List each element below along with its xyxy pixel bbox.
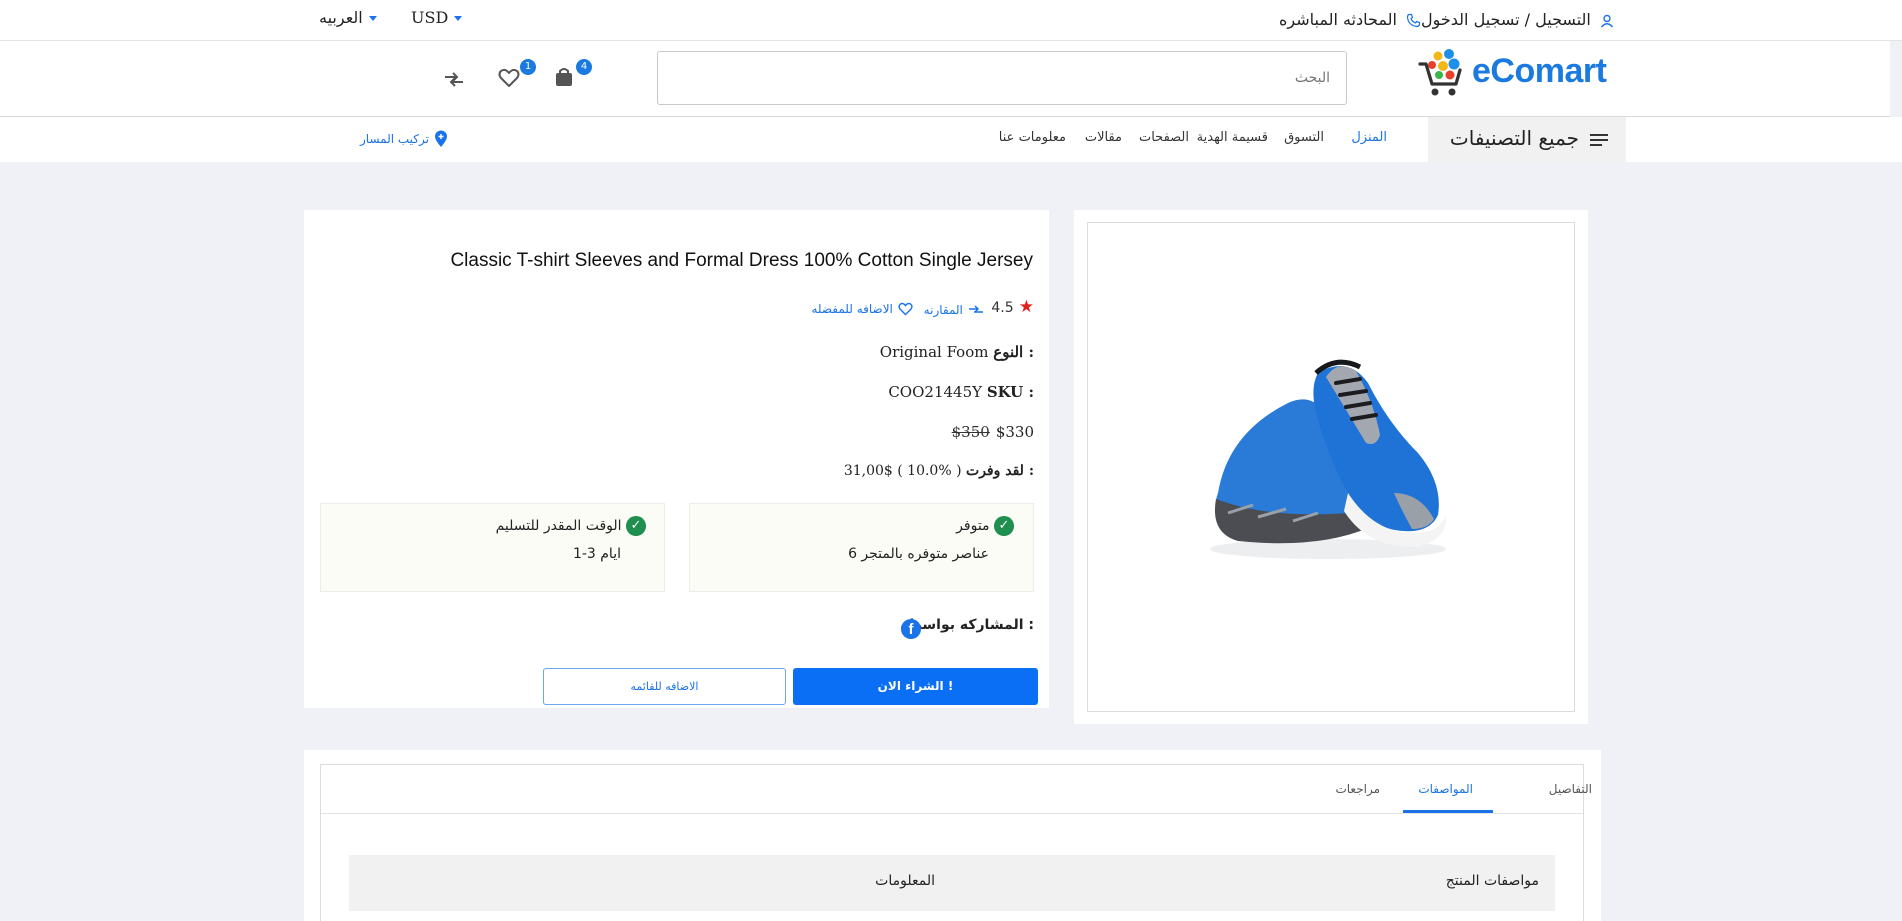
logo-cart-icon[interactable] (1418, 48, 1473, 100)
facebook-icon[interactable]: f (901, 619, 921, 639)
compare-label: المقارنه (923, 303, 963, 317)
tabs-divider (321, 813, 1583, 814)
cart-button[interactable] (553, 66, 577, 90)
nav-item-shop[interactable]: التسوق (1284, 130, 1324, 145)
product-title: Classic T-shirt Sleeves and Formal Dress… (450, 250, 1033, 271)
location-pin-icon (435, 130, 448, 147)
stock-title-row: متوفر ✓ (956, 516, 1014, 536)
chevron-down-icon (368, 16, 377, 21)
saved-row: 31,00$ ( 10.0% ) لقد وفرت : (844, 463, 1034, 479)
tab-details[interactable]: التفاصيل (1549, 782, 1592, 796)
menu-icon (1590, 134, 1608, 146)
user-icon (1600, 14, 1613, 27)
add-to-list-button[interactable]: الاضافه للقائمه (543, 668, 786, 705)
register-login-label: التسجيل / تسجيل الدخول (1421, 10, 1591, 29)
search-input[interactable] (657, 51, 1347, 105)
old-price: $350 (951, 423, 990, 441)
type-value: Original Foom (879, 343, 989, 361)
cart-count-badge: 4 (576, 59, 592, 75)
price-row: $350 $330 (952, 423, 1034, 441)
product-image-frame (1087, 222, 1575, 712)
saved-label: لقد وفرت : (966, 463, 1034, 479)
buy-now-button[interactable]: الشراء الان ! (793, 668, 1038, 705)
sku-label: SKU : (986, 383, 1034, 401)
all-categories-label: جميع التصنيفات (1449, 126, 1579, 150)
nav-item-blog[interactable]: مقالات (1085, 130, 1122, 145)
type-row: Original Foom النوع : (880, 343, 1034, 361)
product-image[interactable] (1198, 343, 1458, 563)
nav-item-about[interactable]: معلومات عنا (999, 130, 1066, 145)
active-tab-indicator (1403, 810, 1493, 813)
logo[interactable]: eComart (1472, 52, 1607, 91)
star-icon: ★ (1018, 297, 1034, 317)
specs-col-product: مواصفات المنتج (1445, 873, 1539, 889)
specs-col-info: المعلومات (875, 873, 935, 889)
current-price: $330 (995, 423, 1034, 441)
check-circle-icon: ✓ (994, 516, 1014, 536)
delivery-box: الوقت المقدر للتسليم ✓ 1-3 ايام (320, 503, 665, 592)
rating: 4.5 ★ (991, 297, 1034, 317)
language-value: العربيه (319, 8, 363, 27)
delivery-title: الوقت المقدر للتسليم (495, 518, 622, 534)
currency-value: USD (411, 8, 449, 27)
compare-icon (969, 304, 983, 313)
saved-value: 31,00$ ( 10.0% ) (843, 463, 962, 479)
compare-arrows-icon (445, 72, 463, 87)
wishlist-button[interactable] (498, 67, 522, 91)
compare-button[interactable] (442, 68, 466, 90)
type-label: النوع : (993, 343, 1034, 361)
all-categories-button[interactable]: جميع التصنيفات (1428, 117, 1626, 162)
stock-detail: 6 عناصر متوفره بالمتجر (848, 546, 989, 562)
track-order-link[interactable]: تركيب المسار (360, 128, 448, 148)
nav-item-pages[interactable]: الصفحات (1139, 130, 1189, 145)
delivery-title-row: الوقت المقدر للتسليم ✓ (496, 516, 646, 536)
stock-status-box: متوفر ✓ 6 عناصر متوفره بالمتجر (689, 503, 1034, 592)
compare-link[interactable]: المقارنه (924, 299, 984, 318)
stock-title: متوفر (956, 518, 990, 534)
delivery-detail: 1-3 ايام (572, 546, 621, 562)
wishlist-count-badge: 1 (520, 59, 536, 75)
sku-row: COO21445Y SKU : (888, 383, 1034, 401)
language-select[interactable]: العربيه (319, 8, 377, 27)
tab-reviews[interactable]: مراجعات (1335, 782, 1380, 796)
add-to-wishlist-link[interactable]: الاضافه للمفضله (811, 298, 913, 317)
tab-specifications[interactable]: المواصفات (1418, 782, 1473, 796)
shopping-bag-icon (556, 68, 572, 86)
live-chat-link[interactable]: المحادثه المباشره (1279, 10, 1421, 29)
rating-value: 4.5 (991, 300, 1014, 316)
check-circle-icon: ✓ (626, 516, 646, 536)
heart-outline-icon (898, 302, 913, 315)
chevron-down-icon (454, 16, 463, 21)
currency-select[interactable]: USD (411, 8, 463, 27)
sku-value: COO21445Y (888, 383, 983, 401)
add-to-wishlist-label: الاضافه للمفضله (811, 302, 893, 316)
nav-item-gift-voucher[interactable]: قسيمة الهدية (1197, 130, 1268, 145)
register-login-link[interactable]: التسجيل / تسجيل الدخول (1421, 10, 1614, 29)
specs-table-header: مواصفات المنتج المعلومات (349, 855, 1555, 911)
live-chat-label: المحادثه المباشره (1279, 10, 1397, 29)
nav-item-home[interactable]: المنزل (1351, 130, 1387, 145)
phone-icon (1406, 13, 1421, 28)
product-info-panel (304, 210, 1049, 708)
top-bar (0, 0, 1902, 41)
heart-icon (498, 68, 520, 87)
track-order-label: تركيب المسار (360, 132, 429, 146)
